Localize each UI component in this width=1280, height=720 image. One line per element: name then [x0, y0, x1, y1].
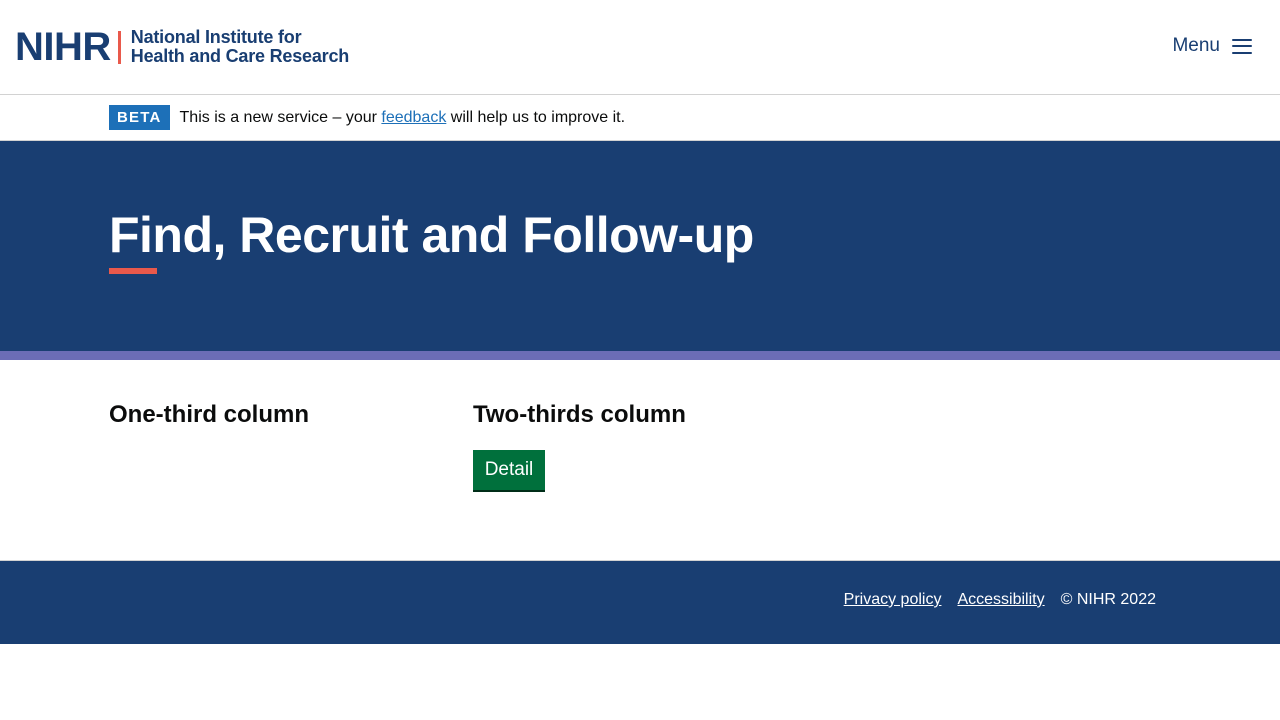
site-header: NIHR National Institute for Health and C…: [0, 0, 1280, 95]
beta-text-before: This is a new service – your: [179, 108, 382, 126]
hero-banner: Find, Recruit and Follow-up: [0, 141, 1280, 351]
feedback-link[interactable]: feedback: [381, 109, 446, 126]
nihr-logo[interactable]: NIHR National Institute for Health and C…: [15, 25, 349, 69]
logo-text: National Institute for Health and Care R…: [131, 28, 349, 66]
beta-banner: BETA This is a new service – your feedba…: [0, 95, 1280, 141]
logo-line-1: National Institute for: [130, 27, 302, 47]
title-underline: [109, 268, 157, 274]
two-thirds-column: Two-thirds column: [473, 401, 686, 429]
site-footer: Privacy policy Accessibility © NIHR 2022: [0, 560, 1280, 644]
detail-button[interactable]: Detail: [473, 450, 545, 490]
one-third-heading: One-third column: [109, 401, 309, 428]
privacy-policy-link[interactable]: Privacy policy: [844, 591, 942, 609]
accessibility-link[interactable]: Accessibility: [957, 591, 1044, 609]
beta-message: This is a new service – your feedback wi…: [180, 109, 626, 127]
two-thirds-heading: Two-thirds column: [473, 401, 686, 428]
footer-links: Privacy policy Accessibility © NIHR 2022: [844, 591, 1156, 609]
logo-mark: NIHR: [15, 25, 111, 69]
menu-label: Menu: [1172, 35, 1220, 56]
menu-button[interactable]: Menu: [1172, 35, 1252, 57]
logo-divider: [117, 30, 121, 64]
beta-tag: BETA: [109, 105, 170, 130]
hero-stripe: [0, 351, 1280, 360]
copyright: © NIHR 2022: [1060, 591, 1156, 608]
hamburger-icon: [1232, 38, 1252, 54]
beta-text-after: will help us to improve it.: [446, 108, 626, 126]
logo-line-2: Health and Care Research: [130, 46, 350, 66]
page-title: Find, Recruit and Follow-up: [109, 207, 754, 263]
one-third-column: One-third column: [109, 401, 309, 429]
